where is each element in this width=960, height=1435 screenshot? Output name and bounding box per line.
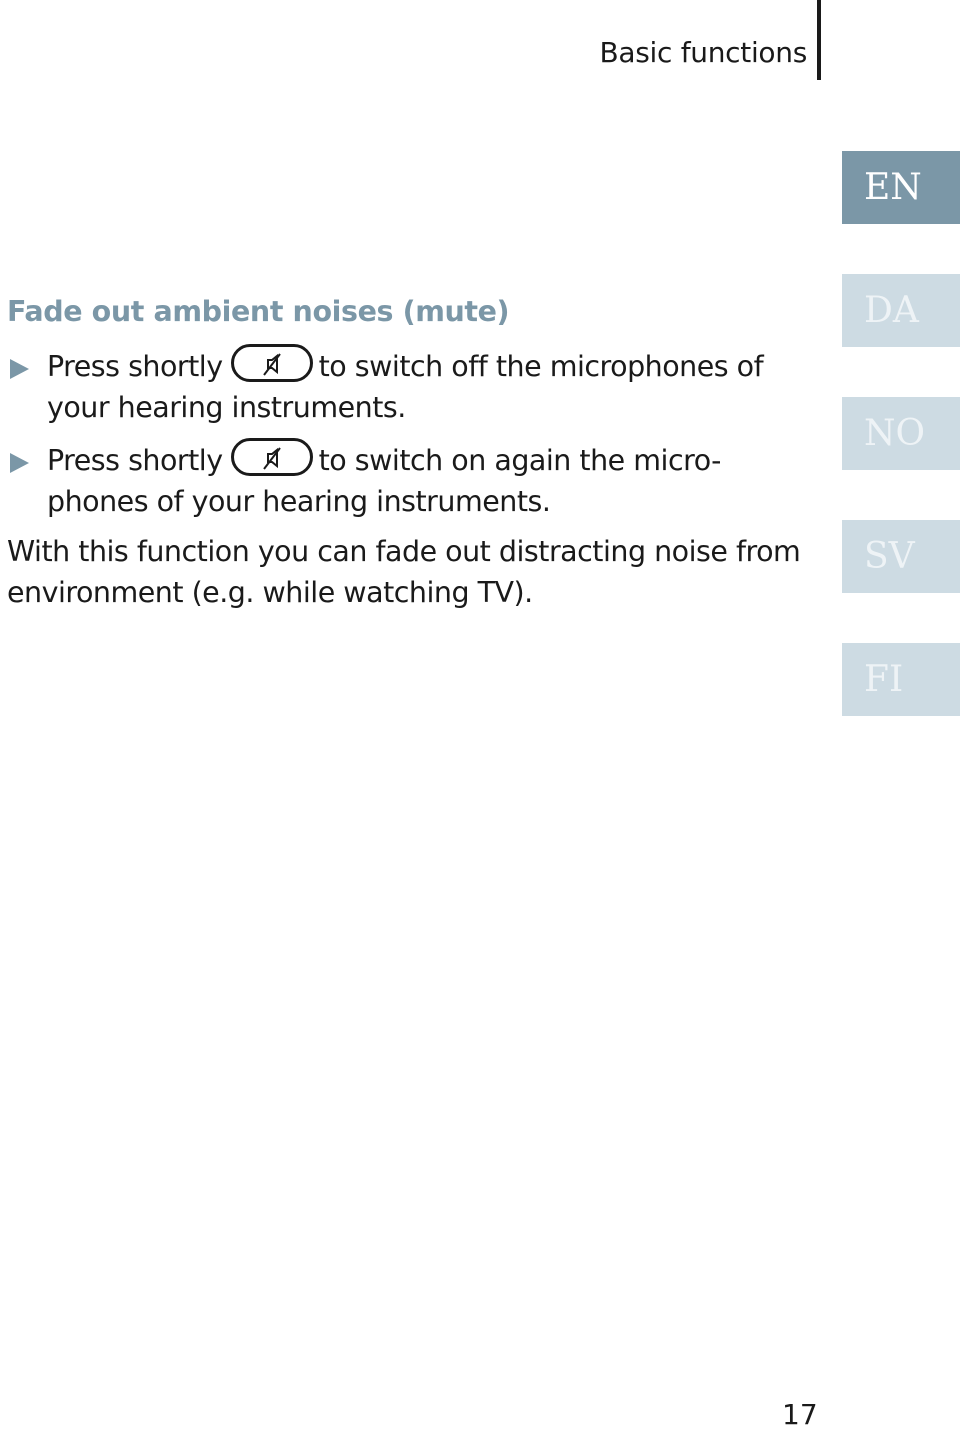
language-tab-label: EN bbox=[864, 167, 922, 208]
instruction-step: Press shortly to switch off the microphon… bbox=[7, 344, 817, 428]
language-tab-no[interactable]: NO bbox=[842, 397, 960, 470]
main-content: Fade out ambient noises (mute) Press sho… bbox=[7, 292, 817, 642]
instruction-step: Press shortly to switch on again the micr… bbox=[7, 438, 817, 522]
language-tab-label: FI bbox=[864, 659, 904, 700]
language-tab-fi[interactable]: FI bbox=[842, 643, 960, 716]
mute-button-glyph bbox=[230, 344, 313, 382]
section-title: Basic functions bbox=[599, 36, 808, 69]
step-prefix: Press shortly bbox=[47, 444, 223, 477]
step-prefix: Press shortly bbox=[47, 350, 223, 383]
language-tab-label: SV bbox=[864, 536, 915, 577]
mute-button-glyph bbox=[230, 438, 313, 476]
language-tab-label: NO bbox=[864, 413, 926, 454]
language-tab-en[interactable]: EN bbox=[842, 151, 960, 224]
language-tab-label: DA bbox=[864, 290, 919, 331]
language-tab-sv[interactable]: SV bbox=[842, 520, 960, 593]
page-number: 17 bbox=[782, 1398, 818, 1431]
section-heading: Fade out ambient noises (mute) bbox=[7, 295, 510, 328]
mute-speaker-icon bbox=[262, 447, 281, 470]
triangle-bullet-icon bbox=[10, 453, 29, 473]
header-divider bbox=[817, 0, 821, 80]
mute-speaker-icon bbox=[262, 353, 281, 376]
language-tab-da[interactable]: DA bbox=[842, 274, 960, 347]
triangle-bullet-icon bbox=[10, 359, 29, 379]
description-paragraph: With this function you can fade out dist… bbox=[7, 535, 801, 609]
